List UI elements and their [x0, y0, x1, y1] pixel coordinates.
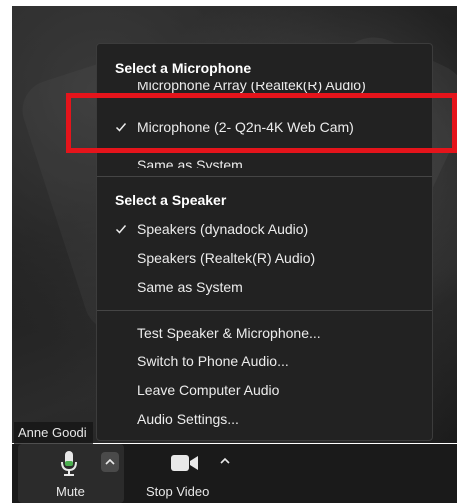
menu-action-label: Leave Computer Audio	[137, 382, 280, 398]
leave-computer-audio-item[interactable]: Leave Computer Audio	[97, 377, 432, 403]
speaker-option-label: Speakers (Realtek(R) Audio)	[137, 250, 316, 266]
chevron-up-icon	[105, 458, 115, 465]
video-camera-icon	[171, 455, 198, 471]
red-highlight-box	[66, 93, 457, 153]
speaker-option-label: Same as System	[137, 279, 243, 295]
switch-to-phone-audio-item[interactable]: Switch to Phone Audio...	[97, 348, 432, 374]
test-speaker-microphone-item[interactable]: Test Speaker & Microphone...	[97, 320, 432, 346]
microphone-option-label: Same as System	[137, 157, 243, 168]
speaker-option[interactable]: Same as System	[97, 274, 432, 300]
mute-button[interactable]: Mute	[18, 444, 124, 503]
microphone-option[interactable]: Same as System	[97, 154, 432, 168]
microphone-section-header: Select a Microphone	[115, 60, 252, 76]
checkmark-icon	[115, 225, 127, 234]
speaker-option-label: Speakers (dynadock Audio)	[137, 221, 309, 237]
stop-video-label: Stop Video	[146, 484, 210, 499]
audio-settings-item[interactable]: Audio Settings...	[97, 406, 432, 432]
chevron-up-icon[interactable]	[220, 457, 230, 464]
microphone-icon	[61, 451, 77, 476]
menu-action-label: Switch to Phone Audio...	[137, 353, 289, 369]
participant-name-tag: Anne Goodi	[14, 422, 93, 444]
menu-action-label: Audio Settings...	[137, 411, 239, 427]
stop-video-button[interactable]: Stop Video	[140, 444, 250, 503]
speaker-section-header: Select a Speaker	[115, 192, 227, 208]
meeting-toolbar: Mute Stop Video	[12, 444, 457, 503]
audio-options-button[interactable]	[101, 452, 119, 472]
menu-action-label: Test Speaker & Microphone...	[137, 325, 321, 341]
menu-divider	[97, 176, 432, 177]
mute-label: Mute	[56, 484, 85, 499]
speaker-option[interactable]: Speakers (Realtek(R) Audio)	[97, 245, 432, 271]
speaker-option-selected[interactable]: Speakers (dynadock Audio)	[97, 216, 432, 242]
menu-divider	[97, 310, 432, 311]
